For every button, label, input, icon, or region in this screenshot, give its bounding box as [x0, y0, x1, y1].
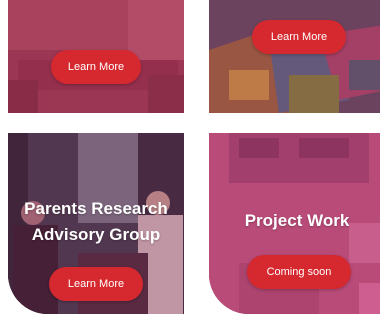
learn-more-button[interactable]: Learn More: [49, 267, 143, 301]
card-title-line1: Parents Research: [24, 199, 168, 218]
coming-soon-button[interactable]: Coming soon: [247, 255, 351, 289]
card-title-line2: Advisory Group: [31, 225, 161, 244]
card-title: Project Work: [244, 211, 350, 230]
card-parents-research[interactable]: Parents Research Advisory Group Learn Mo…: [8, 133, 184, 314]
learn-more-button[interactable]: Learn More: [51, 50, 141, 84]
card-project-work[interactable]: Project Work Coming soon: [209, 133, 380, 314]
card-grid: Learn More Learn More Parents Research A…: [0, 0, 380, 316]
learn-more-button[interactable]: Learn More: [252, 20, 346, 54]
card-overlay: [209, 0, 380, 113]
card-meeting-room[interactable]: Learn More: [8, 0, 184, 113]
card-crafts[interactable]: Learn More: [209, 0, 380, 113]
